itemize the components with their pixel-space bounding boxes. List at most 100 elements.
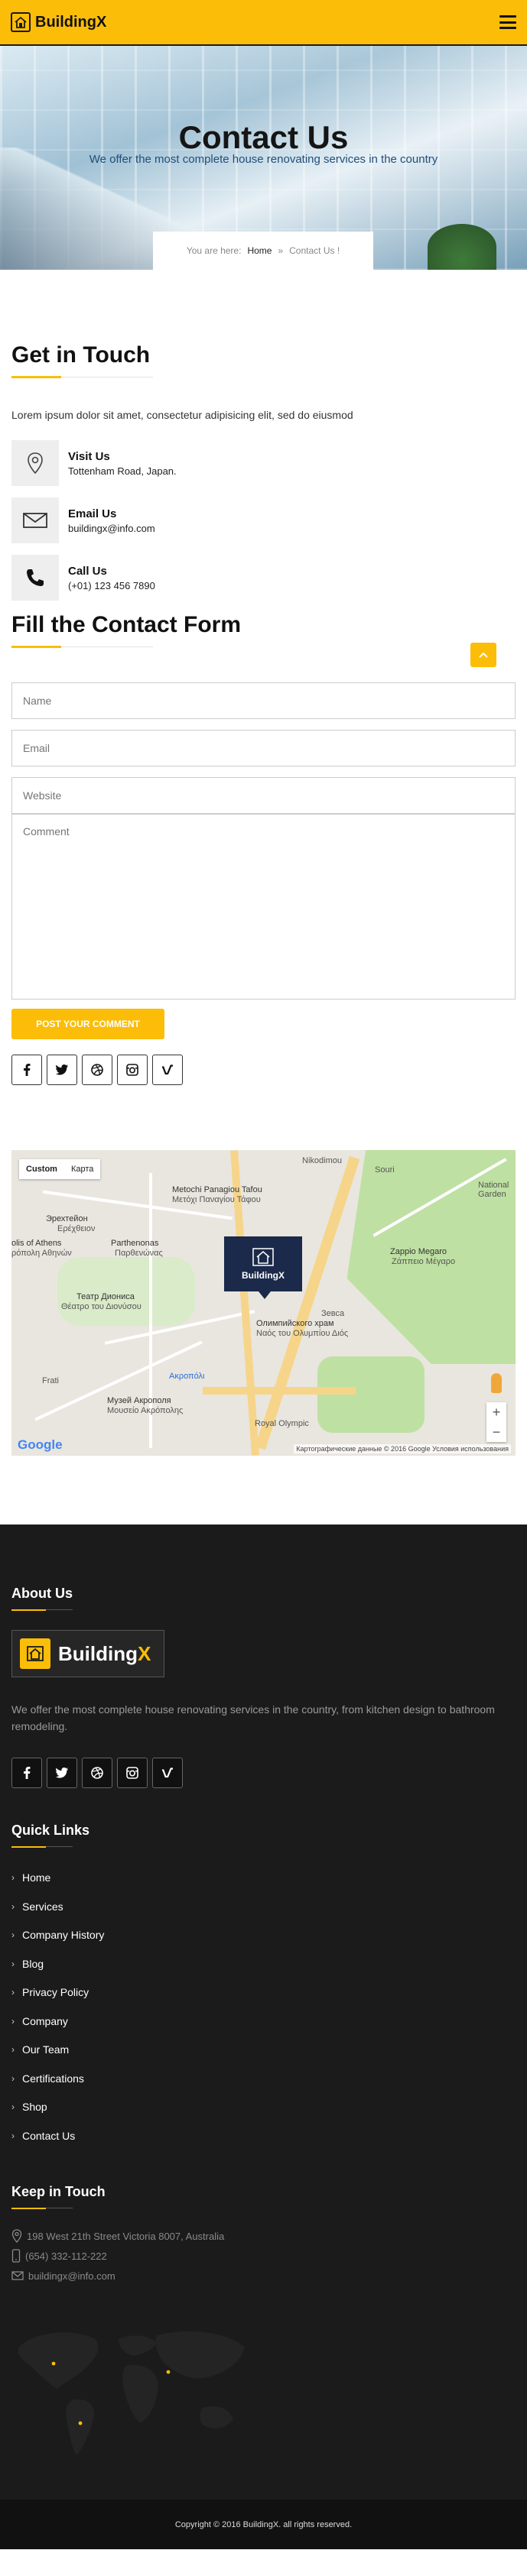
contact-info-visit: Visit Us Tottenham Road, Japan.	[11, 440, 516, 486]
keep-in-touch-section: Keep in Touch 198 West 21th Street Victo…	[11, 2184, 516, 2465]
map-park-area	[57, 1257, 195, 1326]
zoom-out-button[interactable]: −	[486, 1422, 506, 1442]
title-underline	[11, 2208, 516, 2210]
quick-link-certifications[interactable]: › Certifications	[11, 2064, 516, 2093]
logo[interactable]: BuildingX	[11, 12, 106, 32]
map-label: Παρθενώνας	[115, 1249, 163, 1258]
quick-link-our-team[interactable]: › Our Team	[11, 2035, 516, 2064]
office-location-dot	[78, 2421, 83, 2425]
section-title: Get in Touch	[11, 342, 151, 368]
map-label: Frati	[42, 1376, 59, 1385]
quick-link-privacy-policy[interactable]: › Privacy Policy	[11, 1978, 516, 2007]
map-label: Metochi Panagiou Tafou	[172, 1185, 262, 1194]
footer-phone[interactable]: (654) 332-112-222	[11, 2246, 516, 2266]
quick-link-blog[interactable]: › Blog	[11, 1949, 516, 1978]
dribbble-icon[interactable]	[82, 1758, 112, 1789]
page-title: Contact Us	[178, 119, 349, 155]
breadcrumb-separator: »	[278, 245, 284, 256]
footer-logo[interactable]: BuildingX	[11, 1630, 164, 1677]
contact-info-title: Email Us	[68, 507, 117, 520]
zoom-in-button[interactable]: +	[486, 1402, 506, 1422]
google-logo[interactable]: Google	[18, 1437, 63, 1453]
map-park-area	[317, 1356, 425, 1433]
scroll-to-top-button[interactable]	[470, 643, 496, 667]
chevron-right-icon: ›	[11, 2130, 15, 2141]
copyright-text: Copyright © 2016 BuildingX. all rights r…	[174, 2519, 353, 2529]
contact-info-value[interactable]: buildingx@info.com	[68, 523, 155, 534]
footer-about-title: About Us	[11, 1586, 73, 1601]
instagram-icon[interactable]	[117, 1758, 148, 1789]
map-marker[interactable]: BuildingX	[224, 1236, 302, 1299]
website-field[interactable]	[11, 777, 516, 814]
quick-link-contact-us[interactable]: › Contact Us	[11, 2121, 516, 2150]
instagram-icon[interactable]	[117, 1055, 148, 1085]
map-tab-map[interactable]: Карта	[64, 1159, 100, 1179]
map-label: Royal Olympic	[255, 1419, 309, 1428]
map-pin-icon	[11, 440, 59, 486]
contact-info-list: Visit Us Tottenham Road, Japan. Email Us…	[11, 440, 516, 601]
dribbble-icon[interactable]	[82, 1055, 112, 1085]
get-in-touch-section: Get in Touch Lorem ipsum dolor sit amet,…	[0, 270, 527, 1085]
map-tab-custom[interactable]: Custom	[19, 1159, 64, 1179]
post-comment-button[interactable]: POST YOUR COMMENT	[11, 1009, 164, 1039]
footer-about-text: We offer the most complete house renovat…	[11, 1703, 495, 1732]
footer-social-links	[11, 1758, 516, 1789]
footer-keep-title: Keep in Touch	[11, 2184, 106, 2200]
chevron-right-icon: ›	[11, 1958, 15, 1969]
contact-info-title: Visit Us	[68, 449, 110, 463]
map-attribution[interactable]: Картографические данные © 2016 Google Ус…	[294, 1444, 511, 1453]
quick-link-shop[interactable]: › Shop	[11, 2092, 516, 2121]
facebook-icon[interactable]	[11, 1055, 42, 1085]
map-label: Μουσείο Ακρόπολης	[107, 1406, 184, 1415]
map-label: Ζάππειο Μέγαρο	[392, 1257, 456, 1266]
email-field[interactable]	[11, 730, 516, 766]
contact-info-value: Tottenham Road, Japan.	[68, 465, 177, 477]
vimeo-icon[interactable]	[152, 1055, 183, 1085]
site-footer: About Us BuildingX We offer the most com…	[0, 1525, 527, 2550]
facebook-icon[interactable]	[11, 1758, 42, 1789]
quick-link-company-history[interactable]: › Company History	[11, 1920, 516, 1949]
chevron-right-icon: ›	[11, 2044, 15, 2056]
map-zoom-control: + −	[486, 1402, 506, 1442]
copyright-bar: Copyright © 2016 BuildingX. all rights r…	[0, 2500, 527, 2550]
map-label: Parthenonas	[111, 1239, 159, 1248]
quick-link-home[interactable]: › Home	[11, 1863, 516, 1892]
title-underline	[11, 1609, 516, 1611]
map-label: Музей Акрополя	[107, 1396, 171, 1405]
house-logo-icon	[20, 1638, 50, 1669]
world-map-illustration	[18, 2331, 245, 2456]
map-label: Θέατρο του Διονύσου	[61, 1302, 142, 1311]
street-view-pegman-icon[interactable]	[491, 1373, 502, 1393]
breadcrumb-home-link[interactable]: Home	[247, 245, 272, 256]
twitter-icon[interactable]	[47, 1758, 77, 1789]
envelope-icon	[11, 497, 59, 543]
contact-info-value[interactable]: (+01) 123 456 7890	[68, 580, 155, 591]
vimeo-icon[interactable]	[152, 1758, 183, 1789]
social-links	[11, 1055, 516, 1085]
office-location-dot	[51, 2361, 56, 2366]
name-field[interactable]	[11, 682, 516, 719]
top-header: BuildingX	[0, 0, 527, 46]
breadcrumb-prefix: You are here:	[186, 245, 242, 256]
section-lead: Lorem ipsum dolor sit amet, consectetur …	[11, 409, 353, 421]
twitter-icon[interactable]	[47, 1055, 77, 1085]
quick-link-services[interactable]: › Services	[11, 1892, 516, 1921]
envelope-icon	[11, 2271, 24, 2281]
map-type-tabs: Custom Карта	[19, 1159, 101, 1179]
footer-email[interactable]: buildingx@info.com	[11, 2266, 516, 2286]
logo-text: BuildingX	[35, 13, 107, 31]
page-hero: Contact Us We offer the most complete ho…	[0, 46, 527, 270]
menu-icon[interactable]	[499, 15, 516, 29]
location-map[interactable]: Custom Карта Nikodimou Souri National Ga…	[11, 1150, 516, 1456]
map-label: olis of Athens	[11, 1239, 62, 1248]
quick-link-company[interactable]: › Company	[11, 2007, 516, 2036]
page-subtitle: We offer the most complete house renovat…	[89, 153, 438, 166]
footer-address: 198 West 21th Street Victoria 8007, Aust…	[11, 2226, 516, 2246]
map-label: Souri	[375, 1165, 395, 1175]
map-label: Эрехтейон	[46, 1214, 88, 1223]
map-marker-label: BuildingX	[242, 1270, 285, 1281]
contact-form-section: Fill the Contact Form POST YOUR COMMENT	[11, 612, 516, 1085]
comment-field[interactable]	[11, 814, 516, 1000]
contact-form: POST YOUR COMMENT	[11, 682, 516, 1039]
footer-logo-text: BuildingX	[58, 1641, 151, 1665]
